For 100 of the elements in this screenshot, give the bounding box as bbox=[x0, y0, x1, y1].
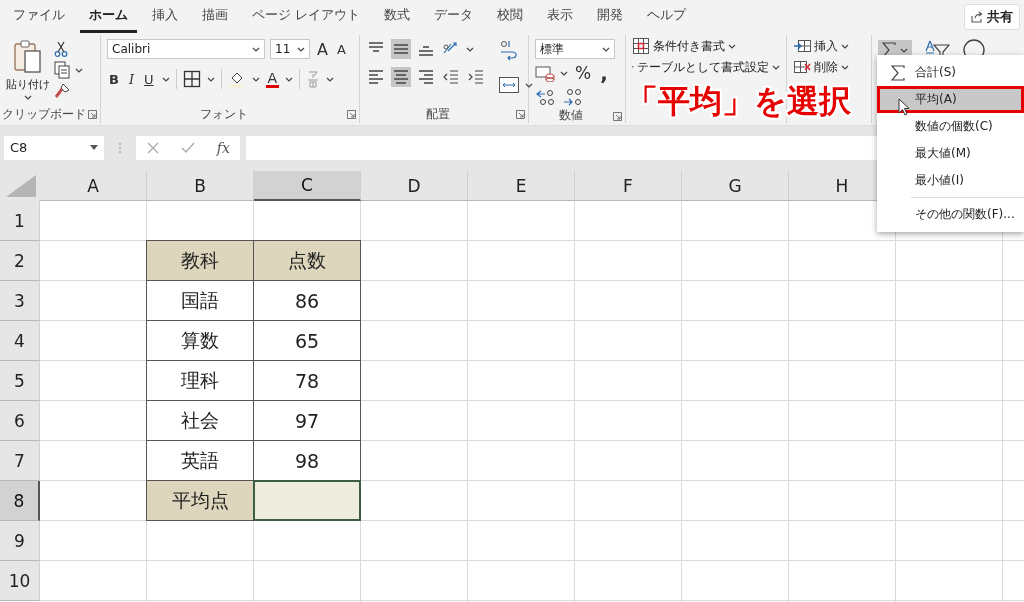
row-header[interactable]: 8 bbox=[0, 481, 40, 521]
column-header[interactable]: G bbox=[682, 171, 789, 201]
row-header[interactable]: 3 bbox=[0, 281, 40, 321]
dropdown-icon[interactable] bbox=[90, 145, 98, 150]
caret-icon[interactable] bbox=[602, 45, 610, 53]
insert-function-button[interactable]: fx bbox=[216, 139, 230, 156]
grow-font-button[interactable]: A bbox=[315, 39, 330, 59]
italic-button[interactable]: I bbox=[126, 71, 137, 87]
fill-bucket-icon[interactable] bbox=[227, 70, 246, 88]
dialog-launcher-icon[interactable] bbox=[88, 110, 97, 119]
borders-icon[interactable] bbox=[182, 70, 201, 88]
table-header-cell[interactable]: 点数 bbox=[253, 240, 361, 281]
column-header[interactable]: A bbox=[40, 171, 147, 201]
row-header[interactable]: 5 bbox=[0, 361, 40, 401]
percent-button[interactable]: % bbox=[573, 63, 594, 83]
column-header[interactable]: D bbox=[361, 171, 468, 201]
underline-button[interactable]: U bbox=[142, 71, 156, 87]
scissors-icon[interactable] bbox=[54, 41, 68, 57]
caret-icon[interactable] bbox=[841, 42, 849, 50]
selected-cell[interactable] bbox=[253, 480, 361, 521]
table-header-cell[interactable]: 教科 bbox=[146, 240, 254, 281]
align-left-icon[interactable] bbox=[366, 67, 386, 87]
accounting-format-icon[interactable] bbox=[535, 64, 555, 82]
sum-icon[interactable] bbox=[891, 64, 905, 81]
bold-button[interactable]: B bbox=[107, 71, 121, 87]
ribbon-tab[interactable]: ファイル bbox=[4, 0, 74, 33]
delete-cells-icon[interactable] bbox=[793, 58, 811, 76]
caret-icon[interactable] bbox=[24, 94, 32, 101]
clipboard-icon[interactable] bbox=[13, 39, 43, 75]
row-header[interactable]: 2 bbox=[0, 241, 40, 281]
decrease-decimal-icon[interactable] bbox=[562, 87, 584, 107]
caret-icon[interactable] bbox=[326, 75, 335, 83]
column-header[interactable]: F bbox=[575, 171, 682, 201]
merge-center-icon[interactable] bbox=[498, 75, 520, 95]
dialog-launcher-icon[interactable] bbox=[516, 110, 525, 119]
ribbon-tab[interactable]: データ bbox=[425, 0, 483, 33]
dialog-launcher-icon[interactable] bbox=[613, 112, 622, 121]
ribbon-tab[interactable]: 開発 bbox=[588, 0, 633, 33]
caret-icon[interactable] bbox=[285, 75, 294, 83]
ribbon-tab[interactable]: 数式 bbox=[375, 0, 420, 33]
number-format-field[interactable]: 標準 bbox=[535, 39, 615, 59]
caret-icon[interactable] bbox=[161, 75, 170, 83]
caret-icon[interactable] bbox=[466, 45, 474, 53]
menu-item[interactable]: 合計(S) bbox=[877, 59, 1024, 86]
caret-icon[interactable] bbox=[560, 69, 568, 77]
align-center-icon[interactable] bbox=[391, 67, 411, 87]
ribbon-tab[interactable]: 校閲 bbox=[488, 0, 533, 33]
paste-button[interactable]: 貼り付け bbox=[6, 39, 50, 105]
ribbon-tab[interactable]: 描画 bbox=[193, 0, 237, 33]
caret-icon[interactable] bbox=[206, 75, 215, 83]
copy-icon[interactable] bbox=[54, 61, 70, 79]
caret-icon[interactable] bbox=[841, 63, 849, 71]
caret-icon[interactable] bbox=[251, 75, 260, 83]
caret-icon[interactable] bbox=[525, 81, 533, 89]
column-header[interactable]: B bbox=[147, 171, 254, 201]
align-middle-icon[interactable] bbox=[391, 39, 411, 59]
dialog-launcher-icon[interactable] bbox=[347, 110, 356, 119]
delete-cells-button[interactable]: 削除 bbox=[793, 58, 865, 76]
increase-decimal-icon[interactable] bbox=[535, 87, 557, 107]
share-icon[interactable] bbox=[971, 10, 983, 23]
share-button[interactable]: 共有 bbox=[964, 3, 1020, 30]
table-footer-cell[interactable]: 平均点 bbox=[146, 480, 254, 521]
menu-item[interactable]: 平均(A) bbox=[877, 86, 1024, 113]
row-header[interactable]: 4 bbox=[0, 321, 40, 361]
menu-item[interactable]: 最大値(M) bbox=[877, 140, 1024, 167]
menu-item[interactable]: その他の関数(F)... bbox=[877, 201, 1024, 228]
check-icon[interactable] bbox=[180, 140, 197, 155]
menu-item[interactable]: 数値の個数(C) bbox=[877, 113, 1024, 140]
drag-handle-icon[interactable] bbox=[118, 141, 122, 154]
row-header[interactable]: 9 bbox=[0, 521, 40, 561]
row-header[interactable]: 10 bbox=[0, 561, 40, 601]
caret-icon[interactable] bbox=[75, 66, 83, 74]
row-header[interactable]: 6 bbox=[0, 401, 40, 441]
wrap-text-icon[interactable] bbox=[498, 39, 518, 61]
row-header[interactable]: 7 bbox=[0, 441, 40, 481]
conditional-formatting-button[interactable]: 条件付き書式 bbox=[632, 37, 780, 55]
font-color-button[interactable]: A bbox=[265, 70, 280, 88]
format-painter-icon[interactable] bbox=[54, 83, 70, 99]
caret-icon[interactable] bbox=[772, 63, 780, 71]
row-header[interactable]: 1 bbox=[0, 201, 40, 241]
conditional-format-icon[interactable] bbox=[632, 37, 650, 55]
ribbon-tab[interactable]: ページ レイアウト bbox=[243, 0, 370, 33]
format-as-table-button[interactable]: テーブルとして書式設定 bbox=[632, 58, 780, 76]
ribbon-tab[interactable]: 挿入 bbox=[143, 0, 187, 33]
caret-icon[interactable] bbox=[297, 45, 305, 53]
column-header[interactable]: E bbox=[468, 171, 575, 201]
insert-cells-icon[interactable] bbox=[793, 37, 811, 55]
caret-icon[interactable] bbox=[728, 42, 736, 50]
mouse-pointer-icon[interactable] bbox=[898, 98, 910, 116]
font-name-field[interactable]: Calibri bbox=[107, 39, 265, 59]
ribbon-tab[interactable]: ヘルプ bbox=[638, 0, 696, 33]
ribbon-tab[interactable]: 表示 bbox=[538, 0, 583, 33]
shrink-font-button[interactable]: A bbox=[334, 41, 348, 57]
caret-icon[interactable] bbox=[252, 45, 260, 53]
insert-cells-button[interactable]: 挿入 bbox=[793, 37, 865, 55]
align-right-icon[interactable] bbox=[416, 67, 436, 87]
name-box[interactable]: C8 bbox=[4, 135, 104, 160]
caret-icon[interactable] bbox=[900, 46, 908, 54]
font-size-field[interactable]: 11 bbox=[270, 39, 310, 59]
column-header[interactable]: C bbox=[254, 171, 361, 201]
